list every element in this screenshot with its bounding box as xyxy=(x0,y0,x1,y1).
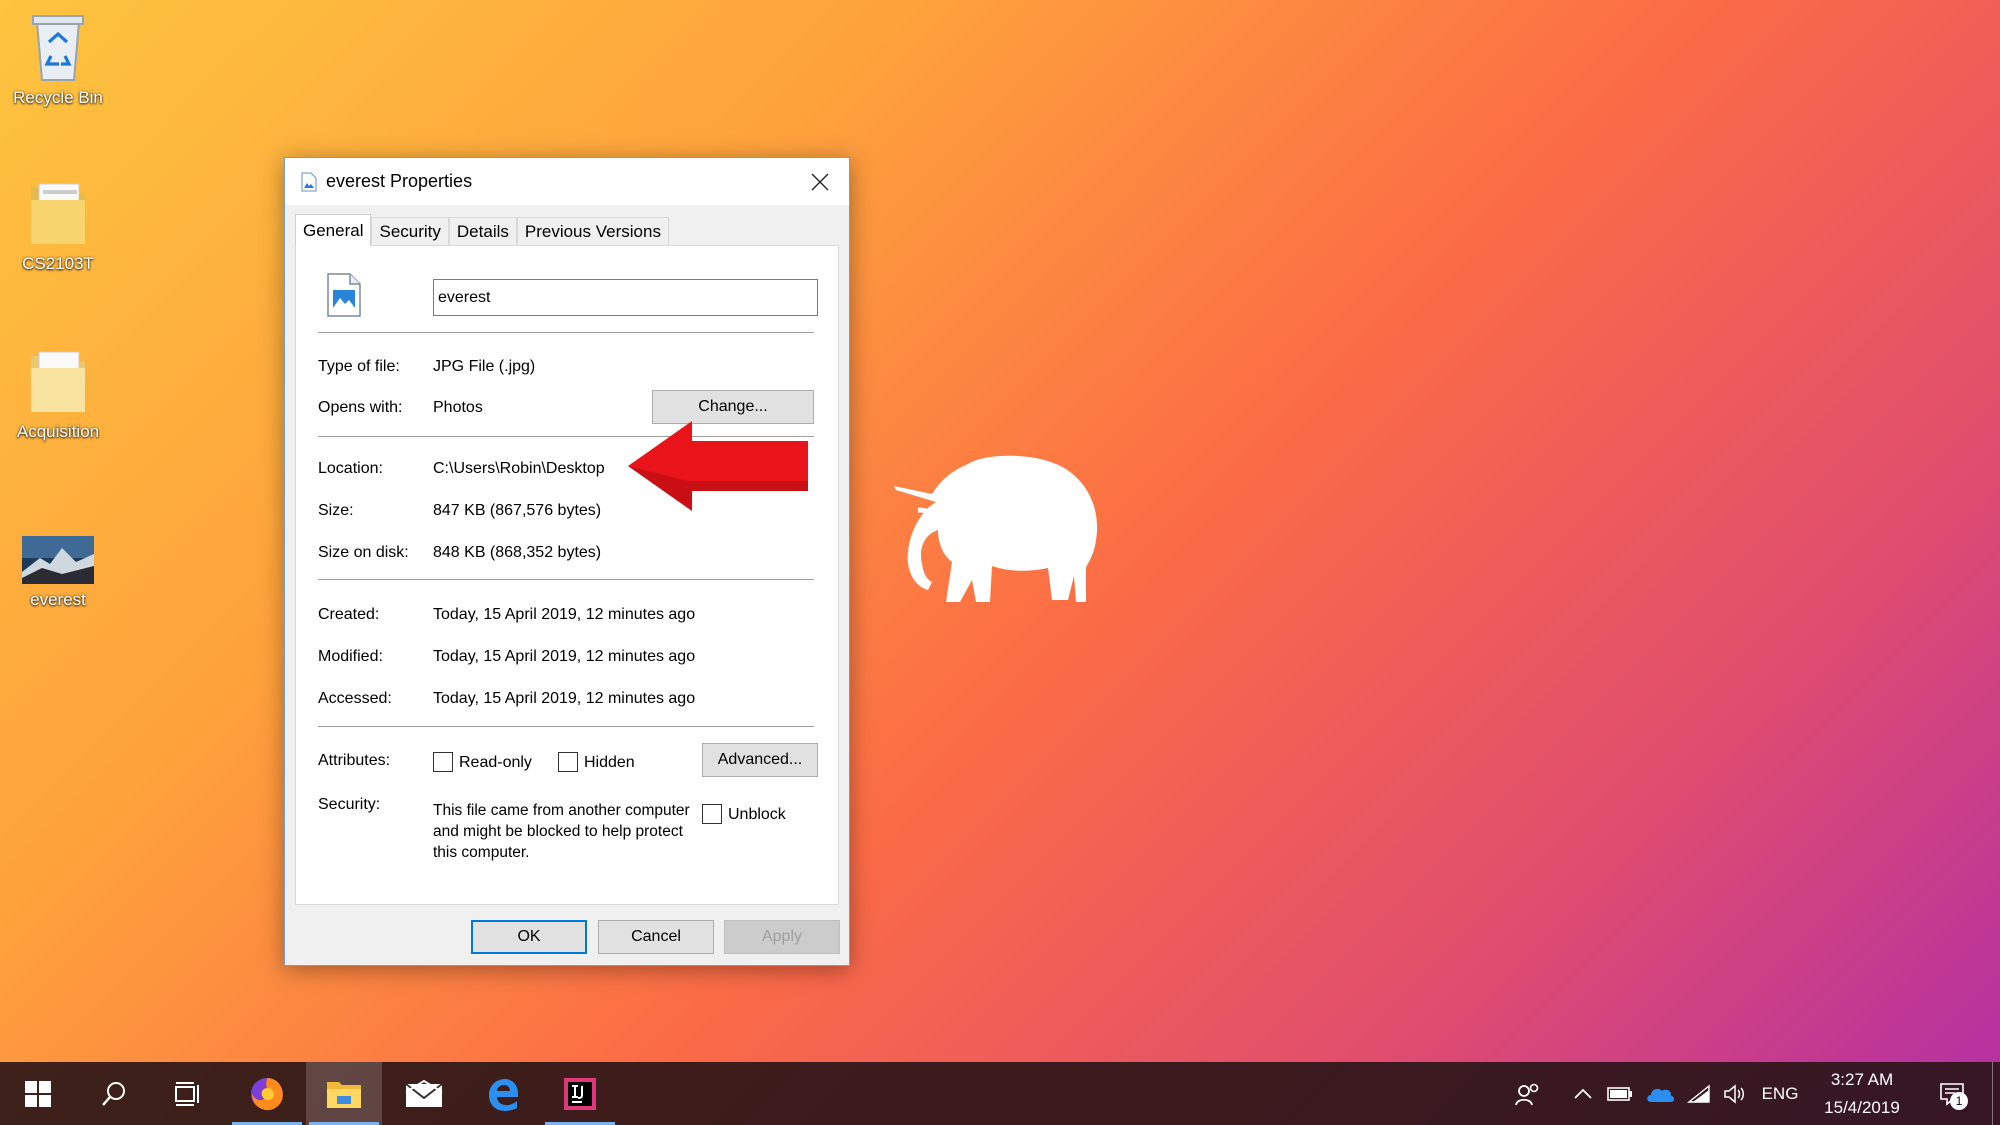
desktop-icon-acquisition[interactable]: Acquisition xyxy=(0,348,116,442)
accessed-value: Today, 15 April 2019, 12 minutes ago xyxy=(433,690,696,707)
recycle-bin-icon xyxy=(32,15,84,81)
people-icon xyxy=(1515,1083,1539,1105)
language-indicator[interactable]: ENG xyxy=(1756,1062,1804,1125)
close-button[interactable] xyxy=(791,158,849,205)
show-hidden-icons-button[interactable] xyxy=(1568,1062,1598,1125)
size-on-disk-label: Size on disk: xyxy=(318,544,409,561)
location-label: Location: xyxy=(318,460,383,477)
apply-button[interactable]: Apply xyxy=(724,920,840,954)
cloud-icon xyxy=(1647,1088,1674,1102)
change-button[interactable]: Change... xyxy=(652,390,814,424)
battery-icon xyxy=(1607,1086,1632,1101)
folder-icon xyxy=(31,183,85,244)
type-of-file-value: JPG File (.jpg) xyxy=(433,358,536,375)
taskbar-firefox[interactable] xyxy=(229,1062,305,1125)
taskbar-edge[interactable] xyxy=(464,1062,540,1125)
tab-general[interactable]: General xyxy=(295,214,372,246)
opens-with-value: Photos xyxy=(433,399,483,416)
wifi-button[interactable] xyxy=(1682,1062,1716,1125)
properties-dialog: everest Properties General Security Deta… xyxy=(284,157,850,966)
desktop-icon-label: Recycle Bin xyxy=(13,88,103,107)
desktop-icon-label: CS2103T xyxy=(22,254,94,273)
size-value: 847 KB (867,576 bytes) xyxy=(433,502,602,519)
read-only-checkbox[interactable] xyxy=(433,752,453,772)
start-button[interactable] xyxy=(0,1062,76,1125)
task-view-button[interactable] xyxy=(150,1062,226,1125)
desktop-icon-label: everest xyxy=(30,590,86,609)
accessed-label: Accessed: xyxy=(318,690,392,707)
desktop-icon-everest[interactable]: everest xyxy=(0,536,116,610)
taskbar-mail[interactable] xyxy=(386,1062,462,1125)
close-icon xyxy=(811,173,829,190)
dialog-titlebar[interactable]: everest Properties xyxy=(285,158,849,205)
security-message: This file came from another computer and… xyxy=(433,802,690,861)
type-of-file-label: Type of file: xyxy=(318,358,400,375)
unblock-checkbox[interactable] xyxy=(702,804,722,824)
desktop-icon-cs2103t[interactable]: CS2103T xyxy=(0,180,116,274)
image-file-icon xyxy=(301,172,317,191)
elephant-logo xyxy=(894,455,1098,602)
tab-previous-versions[interactable]: Previous Versions xyxy=(516,217,669,245)
attributes-label: Attributes: xyxy=(318,752,391,769)
location-value: C:\Users\Robin\Desktop xyxy=(433,460,605,477)
dialog-title: everest Properties xyxy=(326,171,473,191)
desktop-icon-recycle-bin[interactable]: Recycle Bin xyxy=(0,10,116,108)
clock-time: 3:27 AM xyxy=(1830,1070,1894,1089)
folder-icon xyxy=(31,351,85,412)
desktop-icon-label: Acquisition xyxy=(16,422,100,441)
cancel-button[interactable]: Cancel xyxy=(598,920,714,954)
windows-icon xyxy=(25,1080,51,1107)
mail-icon xyxy=(405,1079,443,1107)
created-value: Today, 15 April 2019, 12 minutes ago xyxy=(433,606,696,623)
security-label: Security: xyxy=(318,796,381,813)
clock[interactable]: 3:27 AM 15/4/2019 xyxy=(1800,1062,1924,1125)
tab-security[interactable]: Security xyxy=(371,217,449,245)
wifi-icon xyxy=(1687,1084,1710,1103)
advanced-button[interactable]: Advanced... xyxy=(702,743,818,777)
red-arrow-annotation xyxy=(628,421,808,511)
modified-value: Today, 15 April 2019, 12 minutes ago xyxy=(433,648,696,665)
hidden-checkbox[interactable] xyxy=(558,752,578,772)
file-name-input[interactable] xyxy=(433,279,818,316)
firefox-icon xyxy=(251,1077,283,1110)
clock-date: 15/4/2019 xyxy=(1824,1098,1900,1117)
battery-button[interactable] xyxy=(1604,1062,1636,1125)
size-label: Size: xyxy=(318,502,354,519)
tab-bar: General Security Details Previous Versio… xyxy=(295,214,669,246)
general-panel: Type of file: JPG File (.jpg) Opens with… xyxy=(295,245,839,905)
taskbar: ENG 3:27 AM 15/4/2019 1 xyxy=(0,1062,2000,1125)
opens-with-label: Opens with: xyxy=(318,399,403,416)
separator xyxy=(318,579,814,580)
separator xyxy=(318,332,814,333)
volume-button[interactable] xyxy=(1718,1062,1752,1125)
task-view-icon xyxy=(175,1081,199,1106)
taskbar-file-explorer[interactable] xyxy=(306,1062,382,1125)
speaker-icon xyxy=(1724,1083,1744,1104)
chevron-up-icon xyxy=(1574,1088,1592,1099)
onedrive-button[interactable] xyxy=(1642,1062,1678,1125)
intellij-icon xyxy=(564,1077,596,1110)
folder-icon xyxy=(327,1081,361,1108)
people-button[interactable] xyxy=(1508,1062,1548,1125)
ok-button[interactable]: OK xyxy=(471,920,587,954)
image-file-icon xyxy=(327,273,361,317)
show-desktop-button[interactable] xyxy=(1992,1062,2000,1125)
notification-count-badge: 1 xyxy=(1950,1092,1968,1110)
image-thumbnail-icon xyxy=(22,536,94,584)
read-only-label: Read-only xyxy=(459,754,532,771)
created-label: Created: xyxy=(318,606,380,623)
unblock-label: Unblock xyxy=(728,806,786,823)
hidden-label: Hidden xyxy=(584,754,635,771)
separator xyxy=(318,726,814,727)
search-icon xyxy=(102,1081,125,1106)
search-button[interactable] xyxy=(76,1062,152,1125)
tab-details[interactable]: Details xyxy=(448,217,517,245)
edge-icon xyxy=(489,1078,518,1111)
size-on-disk-value: 848 KB (868,352 bytes) xyxy=(433,544,602,561)
modified-label: Modified: xyxy=(318,648,383,665)
taskbar-intellij[interactable] xyxy=(542,1062,618,1125)
